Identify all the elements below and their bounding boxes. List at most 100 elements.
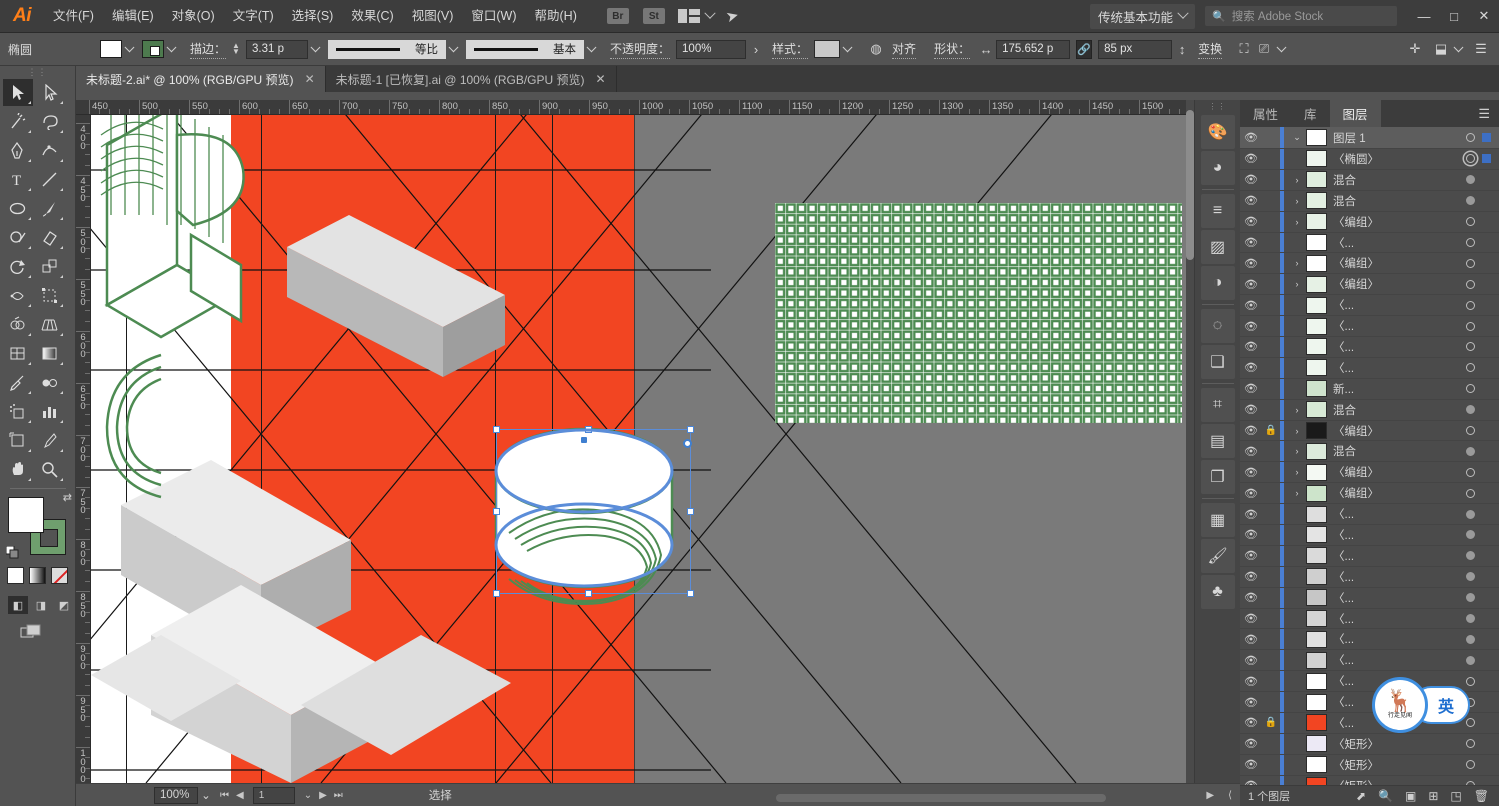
- layer-name[interactable]: 〈矩形〉: [1333, 757, 1466, 773]
- target-indicator-icon[interactable]: [1466, 509, 1475, 519]
- type-tool[interactable]: T: [3, 166, 33, 193]
- visibility-eye-icon[interactable]: 👁: [1240, 654, 1262, 667]
- layer-row[interactable]: 👁〈矩形〉: [1240, 733, 1499, 755]
- visibility-eye-icon[interactable]: 👁: [1240, 487, 1262, 500]
- layer-name[interactable]: 〈...: [1333, 611, 1466, 627]
- create-new-layer-icon[interactable]: ◳: [1450, 789, 1461, 803]
- layer-row[interactable]: 👁 › 混合: [1240, 169, 1499, 191]
- lasso-tool[interactable]: [35, 108, 65, 135]
- target-indicator-icon[interactable]: [1466, 154, 1475, 164]
- canvas-horizontal-scrollbar[interactable]: [776, 794, 1106, 802]
- target-indicator-icon[interactable]: [1466, 363, 1475, 373]
- disclosure-triangle-icon[interactable]: ›: [1288, 405, 1306, 415]
- stroke-color-swatch[interactable]: [142, 40, 164, 58]
- rotate-tool[interactable]: [3, 253, 33, 280]
- layer-name[interactable]: 〈...: [1333, 631, 1466, 647]
- direct-selection-tool[interactable]: [35, 79, 65, 106]
- menu-edit[interactable]: 编辑(E): [103, 0, 163, 33]
- visibility-eye-icon[interactable]: 👁: [1240, 194, 1262, 207]
- selection-tool[interactable]: [2, 79, 33, 106]
- style-chevron-down-icon[interactable]: [840, 40, 854, 58]
- visibility-eye-icon[interactable]: 👁: [1240, 257, 1262, 270]
- gradient-icon[interactable]: ◕: [1200, 151, 1235, 185]
- isolate-selected-object-icon[interactable]: ⛶: [1234, 39, 1254, 59]
- width-tool[interactable]: [3, 282, 33, 309]
- layer-row[interactable]: 👁〈矩形〉: [1240, 754, 1499, 776]
- visibility-eye-icon[interactable]: 👁: [1240, 696, 1262, 709]
- style-label[interactable]: 样式：: [772, 40, 809, 59]
- visibility-eye-icon[interactable]: 👁: [1240, 633, 1262, 646]
- layer-row[interactable]: 👁 › 混合: [1240, 441, 1499, 463]
- layer-row[interactable]: 👁 › 〈编组〉: [1240, 253, 1499, 275]
- visibility-eye-icon[interactable]: 👁: [1240, 549, 1262, 562]
- visibility-eye-icon[interactable]: 👁: [1240, 361, 1262, 374]
- target-indicator-icon[interactable]: [1466, 321, 1475, 331]
- visibility-eye-icon[interactable]: 👁: [1240, 382, 1262, 395]
- layer-row[interactable]: 👁 〈...: [1240, 337, 1499, 358]
- target-indicator-icon[interactable]: [1466, 488, 1475, 498]
- visibility-eye-icon[interactable]: 👁: [1240, 278, 1262, 291]
- target-indicator-icon[interactable]: [1466, 384, 1475, 394]
- target-indicator-icon[interactable]: [1466, 739, 1475, 749]
- layer-row[interactable]: 👁 新...: [1240, 378, 1499, 400]
- hand-tool[interactable]: [3, 456, 33, 483]
- visibility-eye-icon[interactable]: 👁: [1240, 236, 1262, 249]
- shape-builder-tool[interactable]: [3, 311, 33, 338]
- shaper-tool[interactable]: [3, 224, 33, 251]
- transparency-icon[interactable]: ◑: [1200, 266, 1235, 300]
- minimize-button[interactable]: —: [1409, 0, 1439, 33]
- draw-inside-icon[interactable]: ◩: [54, 596, 74, 614]
- artboard-chevron-down-icon[interactable]: ⌄: [304, 790, 312, 801]
- layer-row[interactable]: 👁〈矩形〉: [1240, 775, 1499, 785]
- canvas-area[interactable]: [91, 115, 1194, 783]
- layer-row[interactable]: 👁 〈...: [1240, 587, 1499, 609]
- first-artboard-icon[interactable]: ⏮: [220, 790, 229, 801]
- document-tab-untitled-1[interactable]: 未标题-1 [已恢复].ai @ 100% (RGB/GPU 预览) ✕: [325, 66, 617, 92]
- visibility-eye-icon[interactable]: 👁: [1240, 299, 1262, 312]
- layer-row[interactable]: 👁 〈...: [1240, 650, 1499, 672]
- previous-artboard-icon[interactable]: ◀: [236, 790, 244, 801]
- symbols-icon[interactable]: ♣: [1200, 575, 1235, 609]
- disclosure-triangle-icon[interactable]: ›: [1288, 426, 1306, 436]
- graphic-styles-icon[interactable]: ❑: [1200, 345, 1235, 379]
- column-graph-tool[interactable]: [35, 398, 65, 425]
- appearance-icon[interactable]: ◌: [1200, 309, 1235, 343]
- visibility-eye-icon[interactable]: 👁: [1240, 591, 1262, 604]
- layer-name[interactable]: 〈编组〉: [1333, 276, 1466, 292]
- free-transform-tool[interactable]: [35, 282, 65, 309]
- close-button[interactable]: ✕: [1469, 0, 1499, 33]
- menu-window[interactable]: 窗口(W): [462, 0, 525, 33]
- stroke-profile-chevron-down-icon[interactable]: [446, 40, 460, 58]
- disclosure-triangle-icon[interactable]: ›: [1288, 196, 1306, 206]
- target-indicator-icon[interactable]: [1466, 593, 1475, 603]
- layer-name[interactable]: 〈...: [1333, 527, 1466, 543]
- bridge-icon[interactable]: Br: [606, 8, 629, 24]
- horizontal-ruler[interactable]: 450 500 550 600 650 700 750 800 850 900 950 1000 105…: [76, 100, 1194, 115]
- lock-icon[interactable]: 🔒: [1262, 717, 1280, 728]
- graphic-style-swatch[interactable]: [814, 40, 841, 58]
- scale-tool[interactable]: [35, 253, 65, 280]
- layer-row[interactable]: 👁 〈...: [1240, 608, 1499, 630]
- layer-name[interactable]: 〈...: [1333, 590, 1466, 606]
- brush-definition-select[interactable]: 基本: [466, 39, 585, 59]
- layer-row[interactable]: 👁 〈...: [1240, 525, 1499, 546]
- layer-row[interactable]: 👁 〈...: [1240, 232, 1499, 254]
- layer-name[interactable]: 〈...: [1333, 652, 1466, 668]
- zoom-chevron-down-icon[interactable]: ⌄: [198, 787, 214, 804]
- layer-row[interactable]: 👁 ⌄ 图层 1: [1240, 127, 1499, 149]
- menu-help[interactable]: 帮助(H): [526, 0, 586, 33]
- arrange-chevron-down-icon[interactable]: [704, 7, 716, 19]
- stock-search-input[interactable]: 🔍 搜索 Adobe Stock: [1205, 6, 1397, 26]
- stroke-weight-input[interactable]: 3.31 p: [246, 39, 309, 59]
- shape-width-input[interactable]: 175.652 p: [996, 39, 1071, 59]
- canvas-vertical-scrollbar[interactable]: [1186, 100, 1194, 783]
- selection-indicator[interactable]: [1482, 154, 1491, 164]
- arrange-objects-icon[interactable]: ⬓: [1431, 39, 1451, 59]
- layer-name[interactable]: 图层 1: [1333, 130, 1466, 146]
- visibility-eye-icon[interactable]: 👁: [1240, 675, 1262, 688]
- visibility-eye-icon[interactable]: 👁: [1240, 716, 1262, 729]
- stroke-chevron-down-icon[interactable]: [164, 40, 178, 58]
- stock-icon[interactable]: St: [642, 8, 665, 24]
- layer-name[interactable]: 〈编组〉: [1333, 423, 1466, 439]
- target-indicator-icon[interactable]: [1466, 614, 1475, 624]
